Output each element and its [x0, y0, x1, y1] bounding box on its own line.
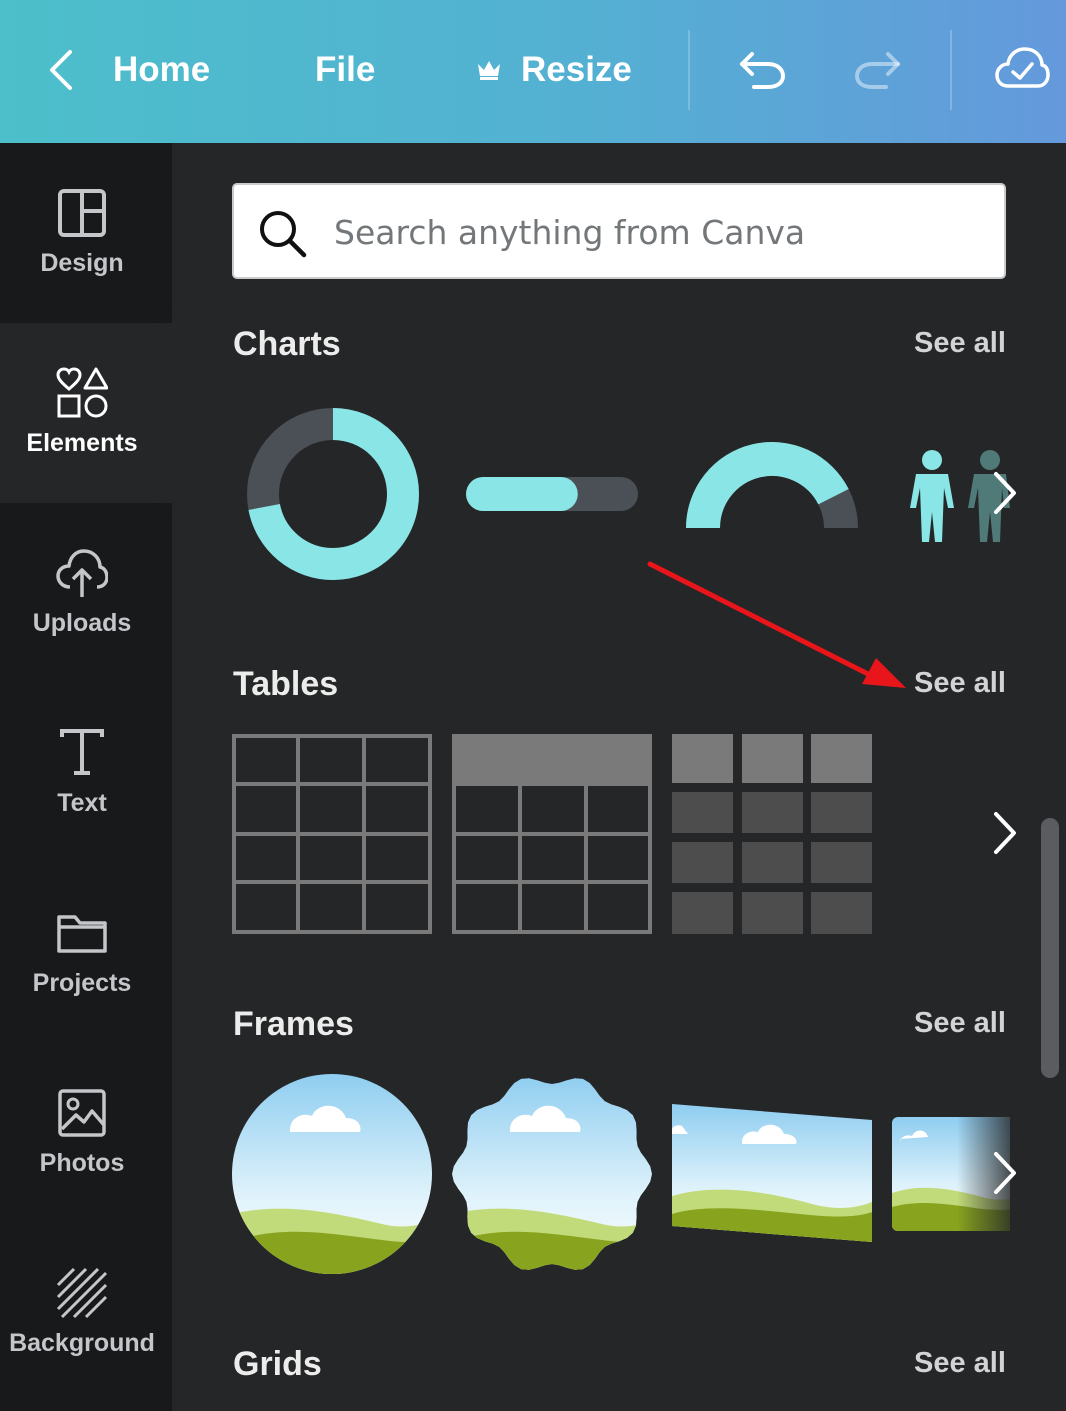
back-chevron-icon[interactable] — [46, 48, 76, 92]
shapes-icon — [56, 367, 108, 418]
sidebar: Design Elements Uploads Text Projects Ph… — [0, 143, 172, 1411]
sidebar-item-label: Projects — [32, 969, 132, 997]
home-button[interactable]: Home — [113, 50, 210, 90]
skewed-frame-thumbnail[interactable] — [672, 1104, 872, 1244]
see-all-tables-link[interactable]: See all — [914, 667, 1006, 700]
section-title-charts: Charts — [233, 325, 341, 363]
frames-next-arrow-icon[interactable] — [986, 1148, 1026, 1198]
search-input[interactable] — [332, 203, 976, 261]
undo-icon[interactable] — [736, 48, 788, 92]
cloud-saved-icon[interactable] — [994, 44, 1050, 92]
tables-next-arrow-icon[interactable] — [986, 808, 1026, 858]
text-icon — [60, 729, 104, 775]
search-icon — [260, 211, 307, 258]
resize-button[interactable]: Resize — [521, 50, 632, 90]
file-menu-button[interactable]: File — [315, 50, 375, 90]
top-toolbar: Home File Resize — [0, 0, 1066, 143]
panel-scrollbar[interactable] — [1041, 818, 1059, 1078]
badge-frame-thumbnail[interactable] — [452, 1074, 652, 1274]
sidebar-item-label: Uploads — [32, 609, 132, 637]
table-thumbnail-blocks[interactable] — [672, 734, 872, 934]
crown-icon — [478, 61, 500, 80]
sidebar-item-label: Text — [57, 789, 107, 817]
stripes-icon — [56, 1267, 108, 1319]
search-bar[interactable] — [232, 183, 1006, 279]
table-thumbnail-header[interactable] — [452, 734, 652, 934]
sidebar-item-uploads[interactable]: Uploads — [0, 503, 172, 683]
sidebar-item-design[interactable]: Design — [0, 143, 172, 323]
sidebar-item-photos[interactable]: Photos — [0, 1043, 172, 1223]
donut-chart-thumbnail[interactable] — [246, 407, 420, 581]
sidebar-item-text[interactable]: Text — [0, 683, 172, 863]
charts-next-arrow-icon[interactable] — [986, 468, 1026, 518]
section-title-grids: Grids — [233, 1345, 322, 1383]
image-icon — [58, 1089, 106, 1137]
circle-frame-thumbnail[interactable] — [232, 1074, 432, 1274]
table-thumbnail-grid[interactable] — [232, 734, 432, 934]
gauge-chart-thumbnail[interactable] — [684, 440, 860, 532]
sidebar-item-label: Background — [9, 1329, 155, 1357]
toolbar-divider — [688, 30, 690, 110]
sidebar-item-label: Photos — [39, 1149, 125, 1177]
progress-bar-thumbnail[interactable] — [466, 477, 638, 511]
section-title-frames: Frames — [233, 1005, 354, 1043]
see-all-charts-link[interactable]: See all — [914, 327, 1006, 360]
layout-icon — [58, 189, 106, 237]
cloud-upload-icon — [56, 549, 108, 597]
folder-icon — [57, 915, 107, 953]
see-all-frames-link[interactable]: See all — [914, 1007, 1006, 1040]
redo-icon[interactable] — [852, 48, 904, 92]
sidebar-item-label: Design — [40, 249, 124, 277]
toolbar-divider — [950, 30, 952, 110]
sidebar-item-projects[interactable]: Projects — [0, 863, 172, 1043]
see-all-grids-link[interactable]: See all — [914, 1347, 1006, 1380]
sidebar-item-elements[interactable]: Elements — [0, 323, 172, 503]
section-title-tables: Tables — [233, 665, 339, 703]
sidebar-item-background[interactable]: Background — [0, 1223, 172, 1403]
sidebar-item-label: Elements — [26, 429, 138, 457]
